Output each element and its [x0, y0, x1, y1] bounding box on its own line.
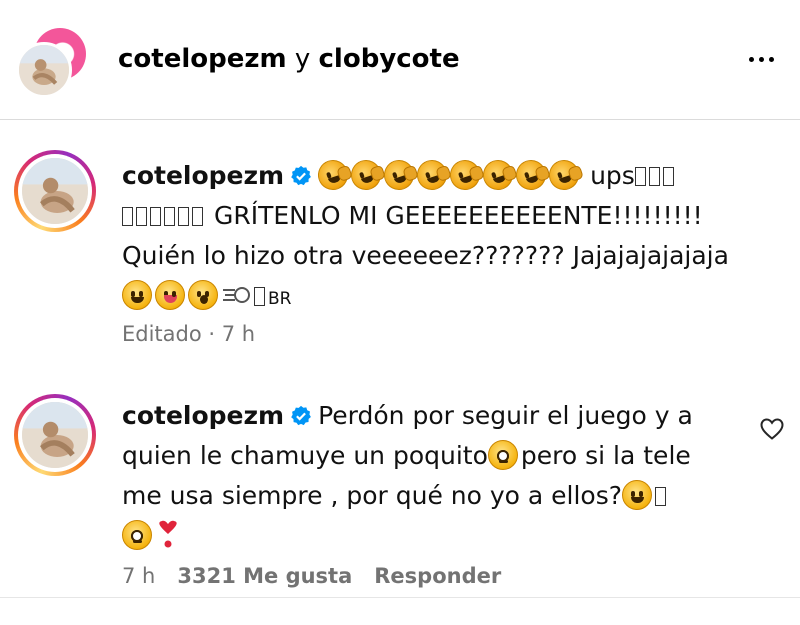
likes-count[interactable]: 3321 Me gusta [177, 564, 352, 588]
comment-meta: 7 h 3321 Me gusta Responder [122, 564, 501, 588]
flushed-emoji [122, 520, 152, 550]
reply-button[interactable]: Responder [374, 564, 501, 588]
flag-text: BR [268, 289, 292, 309]
tongue-emoji [155, 280, 185, 310]
flushed-emoji [487, 440, 518, 470]
comment-line1-suffix: ups [590, 161, 635, 190]
comment-line3: me usa siempre , por qué no yo a ellos? [122, 481, 623, 510]
dash-icon [223, 287, 250, 303]
comment-time: 7 h [122, 564, 156, 588]
header-user-1[interactable]: cotelopezm [118, 44, 287, 74]
avatar [22, 158, 88, 224]
story-ring-avatar[interactable] [14, 150, 96, 232]
avatar[interactable] [16, 42, 72, 98]
collab-avatars[interactable] [16, 28, 88, 100]
header-join: y [286, 44, 319, 74]
verified-badge-icon [291, 165, 312, 186]
avatar [22, 402, 88, 468]
comment-text: cotelopezm ups GRÍTENLO MI GEEEEEEEEEENT… [122, 156, 742, 319]
comment-line3: Quién lo hizo otra veeeeeez??????? Jajaj… [122, 241, 729, 270]
comment-text: cotelopezm Perdón por seguir el juego y a… [122, 396, 742, 556]
comment-username[interactable]: cotelopezm [122, 401, 284, 430]
story-ring-avatar[interactable] [14, 394, 96, 476]
comment-line1: Perdón por seguir el juego y a [318, 401, 693, 430]
sweat-smile-emoji [122, 280, 152, 310]
comment-line2b: pero si la tele [520, 441, 691, 470]
sweat-smile-emoji [622, 480, 653, 510]
post-title: cotelopezm y clobycote [118, 44, 460, 74]
header-user-2[interactable]: clobycote [319, 44, 460, 74]
comment-username[interactable]: cotelopezm [122, 161, 284, 190]
heart-exclamation-icon [159, 520, 177, 548]
more-horizontal-icon[interactable] [749, 57, 774, 62]
yawn-emojis [314, 156, 585, 194]
post-header: cotelopezm y clobycote [0, 0, 800, 120]
verified-badge-icon [291, 405, 312, 426]
comment-line2: GRÍTENLO MI GEEEEEEEEEENTE!!!!!!!!! [206, 201, 703, 230]
comment-meta: Editado · 7 h [122, 322, 256, 346]
divider [0, 597, 800, 598]
hushed-emoji [188, 280, 218, 310]
heart-outline-icon[interactable] [760, 418, 784, 440]
comment-line2a: quien le chamuye un poquito [122, 441, 488, 470]
